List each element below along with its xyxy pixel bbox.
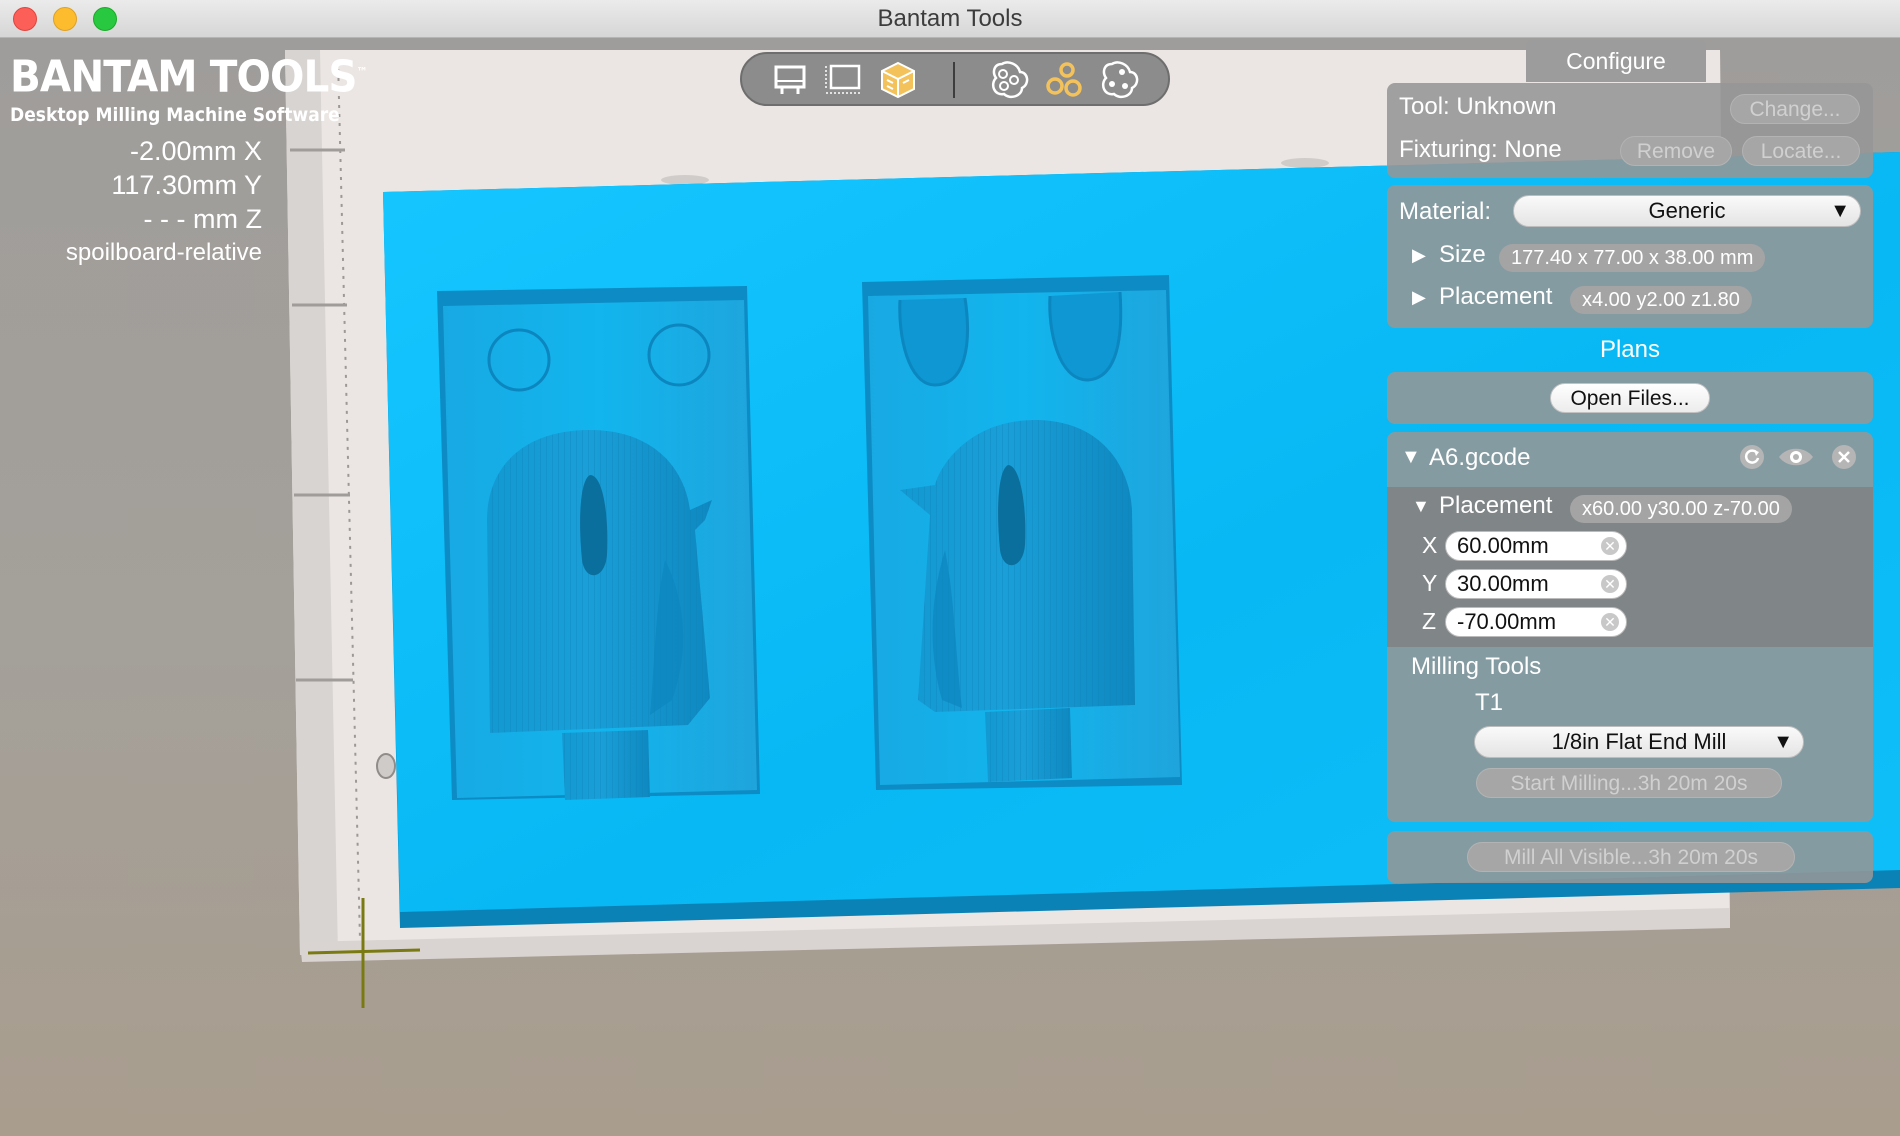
size-label[interactable]: Size <box>1439 241 1486 269</box>
toolpath-view-1-icon[interactable] <box>987 60 1031 100</box>
material-label: Material: <box>1399 198 1492 225</box>
file-name: A6.gcode <box>1429 444 1531 471</box>
reload-icon[interactable] <box>1737 442 1767 472</box>
title-bar: Bantam Tools <box>0 0 1900 38</box>
view-toolbar <box>740 52 1170 106</box>
clear-x-icon[interactable]: ✕ <box>1601 537 1619 555</box>
toolpath-view-3-icon[interactable] <box>1097 60 1141 100</box>
x-coordinate: -2.00mm X <box>129 136 262 166</box>
expand-placement-icon[interactable]: ▶ <box>1412 287 1426 308</box>
z-coordinate: - - - mm Z <box>143 204 262 234</box>
y-coordinate: 117.30mm Y <box>111 170 262 200</box>
dropdown-arrow-icon: ▼ <box>1830 200 1850 222</box>
milling-tools-label: Milling Tools <box>1411 653 1542 680</box>
dropdown-arrow-icon: ▼ <box>1773 731 1793 753</box>
tool-fixturing-panel: Tool: Unknown Change... Fixturing: None … <box>1387 83 1873 178</box>
file-placement-value: x60.00 y30.00 z-70.00 <box>1570 495 1792 523</box>
remove-fixturing-button[interactable]: Remove <box>1620 136 1732 166</box>
milling-tool-select[interactable]: 1/8in Flat End Mill ▼ <box>1474 726 1804 758</box>
position-readout: -2.00mm X 117.30mm Y - - - mm Z spoilboa… <box>66 134 262 270</box>
clear-y-icon[interactable]: ✕ <box>1601 575 1619 593</box>
y-placement-field[interactable]: 30.00mm ✕ <box>1445 569 1627 599</box>
collapse-placement-icon[interactable]: ▼ <box>1412 496 1430 517</box>
collapse-file-icon[interactable]: ▼ <box>1401 446 1421 469</box>
mill-all-visible-button[interactable]: Mill All Visible...3h 20m 20s <box>1467 842 1795 872</box>
milling-tool-value: 1/8in Flat End Mill <box>1551 729 1727 754</box>
remove-file-icon[interactable] <box>1829 442 1859 472</box>
x-placement-field[interactable]: 60.00mm ✕ <box>1445 531 1627 561</box>
start-milling-button[interactable]: Start Milling...3h 20m 20s <box>1476 768 1782 798</box>
x-axis-label: X <box>1422 532 1438 558</box>
placement-label[interactable]: Placement <box>1439 283 1552 311</box>
mill-all-panel: Mill All Visible...3h 20m 20s <box>1387 831 1873 883</box>
open-files-button[interactable]: Open Files... <box>1550 383 1710 413</box>
right-mold-pocket <box>862 275 1182 790</box>
expand-size-icon[interactable]: ▶ <box>1412 245 1426 266</box>
z-axis-label: Z <box>1422 608 1437 634</box>
clear-z-icon[interactable]: ✕ <box>1601 613 1619 631</box>
material-select[interactable]: Generic ▼ <box>1513 195 1861 227</box>
window-title: Bantam Tools <box>877 5 1023 32</box>
placement-section: ▼ Placement x60.00 y30.00 z-70.00 X 60.0… <box>1387 487 1873 647</box>
size-value: 177.40 x 77.00 x 38.00 mm <box>1499 244 1766 272</box>
material-panel: Material: Generic ▼ ▶ Size 177.40 x 77.0… <box>1387 185 1873 328</box>
file-placement-label[interactable]: Placement <box>1439 492 1552 520</box>
top-view-icon[interactable] <box>768 60 812 100</box>
placement-value: x4.00 y2.00 z1.80 <box>1570 286 1752 314</box>
change-tool-button[interactable]: Change... <box>1730 94 1860 124</box>
toolpath-view-2-icon[interactable] <box>1042 60 1086 100</box>
iso-view-icon[interactable] <box>876 60 920 100</box>
tool-label: Tool: Unknown <box>1399 93 1557 120</box>
coordinate-mode: spoilboard-relative <box>65 239 262 266</box>
visibility-eye-icon[interactable] <box>1777 442 1815 472</box>
brand-name: BANTAM TOOLS™ <box>10 51 368 103</box>
brand-subtitle: Desktop Milling Machine Software <box>10 103 340 126</box>
fixturing-label: Fixturing: None <box>1399 136 1562 163</box>
front-view-icon[interactable] <box>822 60 866 100</box>
tab-configure[interactable]: Configure <box>1526 40 1706 82</box>
z-placement-field[interactable]: -70.00mm ✕ <box>1445 607 1627 637</box>
material-value: Generic <box>1648 198 1726 223</box>
toolbar-separator <box>953 62 955 98</box>
brand-logo: BANTAM TOOLS™ Desktop Milling Machine So… <box>10 48 398 126</box>
left-mold-pocket <box>437 286 760 800</box>
y-axis-label: Y <box>1422 570 1438 596</box>
plans-heading: Plans <box>1599 336 1661 363</box>
locate-fixturing-button[interactable]: Locate... <box>1742 136 1860 166</box>
open-files-panel: Open Files... <box>1387 372 1873 424</box>
tool-id-label: T1 <box>1475 689 1504 716</box>
plan-file-panel: ▼ A6.gcode ▼ Placement x60.00 y30.00 z-7… <box>1387 432 1873 822</box>
